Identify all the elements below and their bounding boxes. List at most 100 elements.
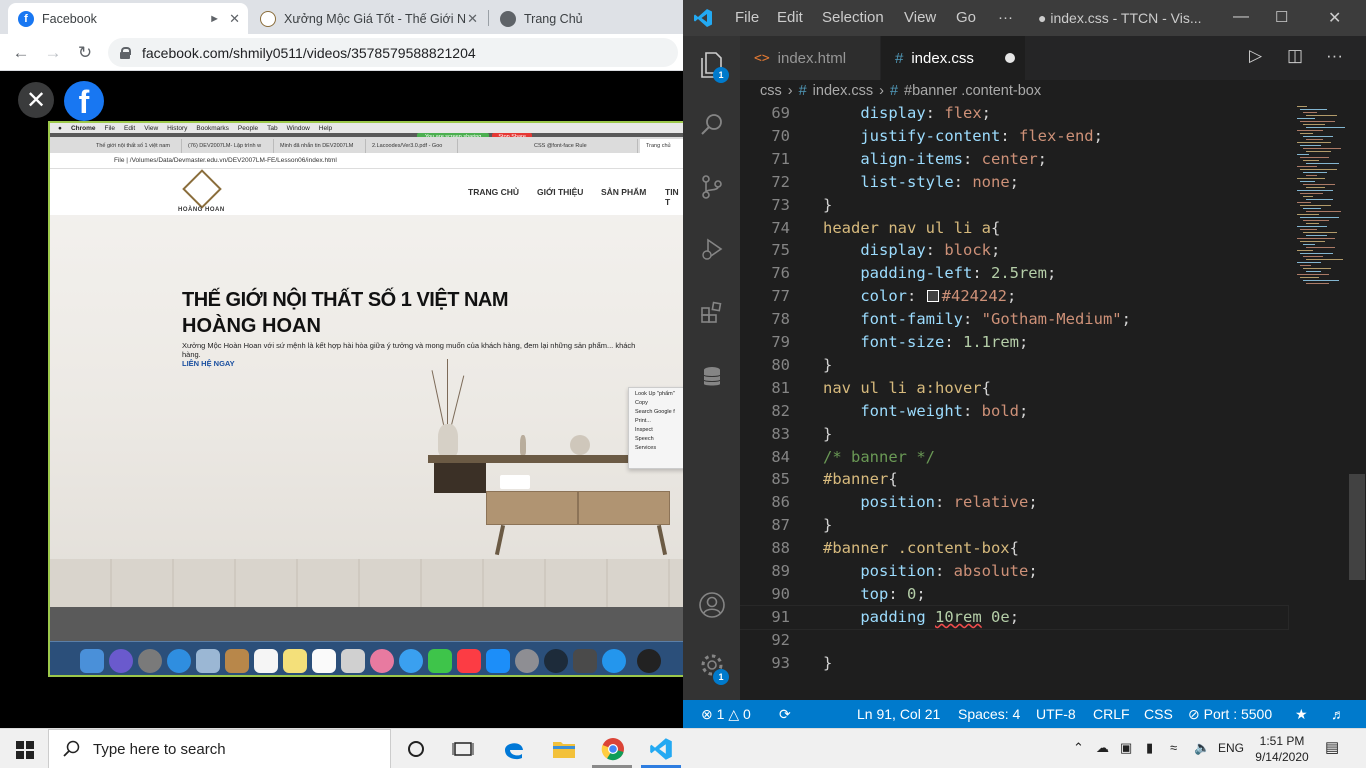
close-tab-icon[interactable]: ✕ bbox=[229, 11, 240, 27]
battery-icon[interactable]: ▮ bbox=[1146, 740, 1153, 756]
code-line[interactable]: 79 font-size: 1.1rem; bbox=[740, 331, 1288, 354]
code-line[interactable]: 77 color: #424242; bbox=[740, 285, 1288, 308]
line-code[interactable]: list-style: none; bbox=[823, 171, 1019, 194]
line-code[interactable]: } bbox=[823, 514, 832, 537]
breadcrumb-item[interactable]: #banner .content-box bbox=[904, 83, 1041, 99]
maximize-icon[interactable]: ☐ bbox=[1275, 8, 1288, 26]
video-player[interactable]: ● Chrome File Edit View History Bookmark… bbox=[48, 121, 683, 677]
line-code[interactable]: color: #424242; bbox=[823, 285, 1016, 308]
code-line[interactable]: 90 top: 0; bbox=[740, 583, 1288, 606]
line-code[interactable]: padding-left: 2.5rem; bbox=[823, 262, 1056, 285]
code-line[interactable]: 92 bbox=[740, 629, 1288, 652]
line-code[interactable]: display: flex; bbox=[823, 102, 991, 125]
breadcrumb-item[interactable]: css bbox=[760, 83, 782, 99]
line-code[interactable]: #banner{ bbox=[823, 468, 898, 491]
line-code[interactable]: position: relative; bbox=[823, 491, 1037, 514]
breadcrumb-item[interactable]: index.css bbox=[813, 83, 873, 99]
more-actions-icon[interactable]: ··· bbox=[1326, 46, 1343, 66]
action-center-icon[interactable]: ▤ bbox=[1325, 738, 1339, 756]
menu-view[interactable]: View bbox=[904, 9, 936, 26]
menu-selection[interactable]: Selection bbox=[822, 9, 884, 26]
code-line[interactable]: 72 list-style: none; bbox=[740, 171, 1288, 194]
line-code[interactable]: #banner .content-box{ bbox=[823, 537, 1019, 560]
unsaved-dot-icon[interactable] bbox=[1005, 53, 1015, 63]
tab-facebook[interactable]: f Facebook ► ✕ bbox=[8, 3, 248, 34]
code-line[interactable]: 70 justify-content: flex-end; bbox=[740, 125, 1288, 148]
feedback-icon[interactable]: ★ bbox=[1295, 706, 1308, 723]
code-line[interactable]: 83} bbox=[740, 423, 1288, 446]
speaker-icon[interactable]: ► bbox=[209, 13, 220, 25]
code-line[interactable]: 69 display: flex; bbox=[740, 102, 1288, 125]
back-arrow-icon[interactable]: ← bbox=[10, 42, 32, 64]
search-icon[interactable] bbox=[697, 110, 727, 140]
code-line[interactable]: 76 padding-left: 2.5rem; bbox=[740, 262, 1288, 285]
onedrive-cloud-icon[interactable]: ☁ bbox=[1096, 740, 1109, 756]
close-tab-icon[interactable]: ✕ bbox=[467, 11, 478, 27]
notifications-bell-icon[interactable]: ♬ bbox=[1331, 706, 1345, 722]
problems-indicator[interactable]: ⊗ 1 △ 0 bbox=[701, 706, 751, 723]
code-line[interactable]: 74 header nav ul li a{ bbox=[740, 217, 1288, 240]
edge-icon[interactable] bbox=[500, 735, 528, 763]
language-indicator[interactable]: ENG bbox=[1218, 741, 1244, 755]
end-of-line[interactable]: CRLF bbox=[1093, 706, 1130, 722]
line-code[interactable]: position: absolute; bbox=[823, 560, 1037, 583]
code-line[interactable]: 84 /* banner */ bbox=[740, 446, 1288, 469]
tab-trang-chu[interactable]: Trang Chủ bbox=[490, 3, 680, 34]
line-code[interactable]: nav ul li a:hover{ bbox=[823, 377, 991, 400]
reload-icon[interactable]: ↻ bbox=[74, 42, 96, 64]
code-line[interactable]: 80} bbox=[740, 354, 1288, 377]
menu-go[interactable]: Go bbox=[956, 9, 976, 26]
code-line[interactable]: 86 position: relative; bbox=[740, 491, 1288, 514]
cursor-position[interactable]: Ln 91, Col 21 bbox=[857, 706, 940, 722]
start-windows-icon[interactable] bbox=[16, 741, 34, 759]
minimize-icon[interactable]: — bbox=[1233, 8, 1249, 26]
accounts-icon[interactable] bbox=[697, 590, 727, 620]
line-code[interactable]: } bbox=[823, 354, 832, 377]
tab-index-css[interactable]: # index.css bbox=[881, 36, 1025, 80]
tab-xuong-moc[interactable]: Xưởng Mộc Giá Tốt - Thế Giới N ✕ bbox=[250, 3, 486, 34]
line-code[interactable]: padding 10rem 0e; bbox=[823, 606, 1019, 629]
close-window-icon[interactable]: ✕ bbox=[1328, 8, 1341, 28]
code-line[interactable]: 75 display: block; bbox=[740, 239, 1288, 262]
security-icon[interactable]: ▣ bbox=[1120, 740, 1132, 756]
scrollbar-thumb[interactable] bbox=[1349, 474, 1365, 580]
taskbar-clock[interactable]: 1:51 PM 9/14/2020 bbox=[1252, 733, 1312, 765]
vscode-taskbar-icon[interactable] bbox=[647, 735, 675, 763]
code-line[interactable]: 89 position: absolute; bbox=[740, 560, 1288, 583]
live-server-port[interactable]: ⊘ Port : 5500 bbox=[1188, 706, 1272, 723]
code-line[interactable]: 81 nav ul li a:hover{ bbox=[740, 377, 1288, 400]
code-line[interactable]: 87} bbox=[740, 514, 1288, 537]
line-code[interactable]: } bbox=[823, 652, 832, 675]
language-mode[interactable]: CSS bbox=[1144, 706, 1173, 722]
cortana-icon[interactable] bbox=[402, 735, 430, 763]
menu-more[interactable]: ··· bbox=[998, 9, 1013, 26]
database-icon[interactable] bbox=[697, 362, 727, 392]
close-video-button[interactable]: ✕ bbox=[18, 82, 54, 118]
line-code[interactable]: } bbox=[823, 423, 832, 446]
source-control-icon[interactable] bbox=[697, 172, 727, 202]
task-view-icon[interactable] bbox=[449, 735, 477, 763]
line-code[interactable]: align-items: center; bbox=[823, 148, 1047, 171]
code-line[interactable]: 71 align-items: center; bbox=[740, 148, 1288, 171]
code-line[interactable]: 85 #banner{ bbox=[740, 468, 1288, 491]
forward-arrow-icon[interactable]: → bbox=[42, 42, 64, 64]
encoding[interactable]: UTF-8 bbox=[1036, 706, 1076, 722]
wifi-icon[interactable]: ≈ bbox=[1170, 740, 1177, 755]
tab-index-html[interactable]: <> index.html bbox=[740, 36, 880, 80]
line-code[interactable]: font-family: "Gotham-Medium"; bbox=[823, 308, 1131, 331]
run-debug-icon[interactable] bbox=[697, 234, 727, 264]
code-line[interactable]: 73} bbox=[740, 194, 1288, 217]
code-line[interactable]: 78 font-family: "Gotham-Medium"; bbox=[740, 308, 1288, 331]
facebook-logo-icon[interactable]: f bbox=[64, 81, 104, 121]
indentation[interactable]: Spaces: 4 bbox=[958, 706, 1020, 722]
split-editor-icon[interactable]: ◫ bbox=[1287, 46, 1303, 66]
live-share-icon[interactable]: ⟳ bbox=[779, 706, 791, 723]
run-icon[interactable]: ▷ bbox=[1249, 46, 1262, 66]
taskbar-search-box[interactable]: Type here to search bbox=[48, 729, 391, 768]
line-code[interactable]: font-weight: bold; bbox=[823, 400, 1028, 423]
menu-edit[interactable]: Edit bbox=[777, 9, 803, 26]
address-bar[interactable]: facebook.com/shmily0511/videos/357857958… bbox=[108, 38, 678, 67]
file-explorer-icon[interactable] bbox=[550, 735, 578, 763]
code-line[interactable]: 93} bbox=[740, 652, 1288, 675]
volume-icon[interactable]: 🔈 bbox=[1194, 740, 1210, 756]
